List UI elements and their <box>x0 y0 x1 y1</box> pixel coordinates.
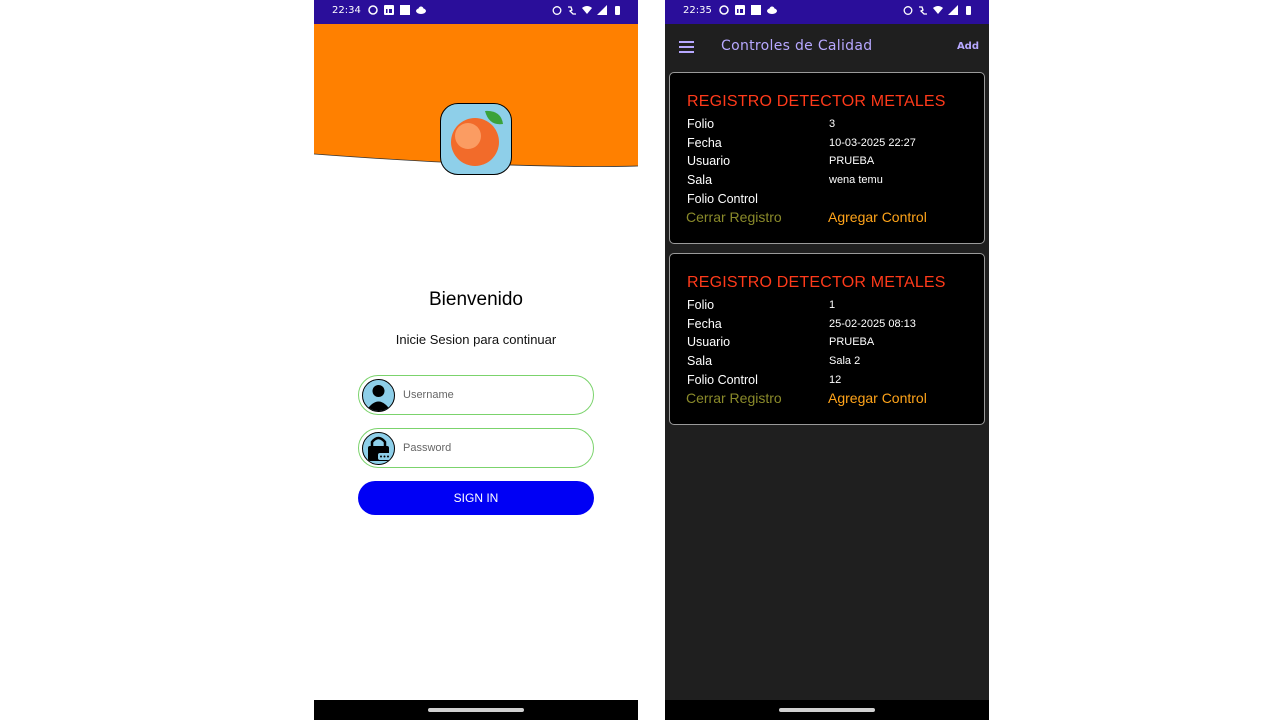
app-notification-icon <box>719 5 729 15</box>
app-logo <box>440 103 512 175</box>
battery-icon <box>612 5 622 15</box>
sala-label: Sala <box>687 173 713 187</box>
linkedin-icon <box>735 5 745 15</box>
close-record-button[interactable]: Cerrar Registro <box>686 390 782 406</box>
sign-in-button[interactable]: SIGN IN <box>358 481 594 515</box>
sala-value: Sala 2 <box>829 355 861 367</box>
status-time: 22:35 <box>683 5 712 16</box>
navigation-bar <box>314 700 638 720</box>
square-icon <box>751 5 761 15</box>
wifi-icon <box>933 5 943 15</box>
folio-label: Folio <box>687 298 715 312</box>
peach-icon <box>451 110 503 166</box>
login-screen: 22:34 Bienvenido Inicie Sesion para cont… <box>314 0 638 720</box>
signal-icon <box>948 5 958 15</box>
folio-value: 3 <box>829 118 836 130</box>
usuario-value: PRUEBA <box>829 336 875 348</box>
fecha-value: 10-03-2025 22:27 <box>829 137 916 149</box>
fecha-label: Fecha <box>687 317 722 331</box>
status-bar: 22:34 <box>314 0 638 24</box>
user-icon <box>362 379 395 412</box>
folio-control-label: Folio Control <box>687 373 758 387</box>
sala-value: wena temu <box>829 174 883 186</box>
lock-icon <box>362 432 395 465</box>
system-icons <box>903 5 973 15</box>
square-icon <box>400 5 410 15</box>
record-card: REGISTRO DETECTOR METALES Folio 3 Fecha … <box>669 72 985 244</box>
fecha-label: Fecha <box>687 136 722 150</box>
welcome-title: Bienvenido <box>428 289 524 310</box>
username-input[interactable] <box>401 385 585 405</box>
wifi-call-icon <box>567 5 577 15</box>
status-time: 22:34 <box>332 5 361 16</box>
status-bar: 22:35 <box>665 0 989 24</box>
add-control-button[interactable]: Agregar Control <box>828 209 927 225</box>
menu-icon[interactable] <box>679 41 694 53</box>
folio-value: 1 <box>829 299 836 311</box>
add-button[interactable]: Add <box>957 41 979 52</box>
app-notification-icon <box>368 5 378 15</box>
record-card: REGISTRO DETECTOR METALES Folio 1 Fecha … <box>669 253 985 425</box>
card-title: REGISTRO DETECTOR METALES <box>687 274 946 291</box>
welcome-subtitle: Inicie Sesion para continuar <box>395 332 557 347</box>
password-input[interactable] <box>401 438 585 458</box>
navigation-bar <box>665 700 989 720</box>
wifi-icon <box>582 5 592 15</box>
home-handle[interactable] <box>779 708 875 712</box>
signal-icon <box>597 5 607 15</box>
folio-label: Folio <box>687 117 715 131</box>
card-title: REGISTRO DETECTOR METALES <box>687 93 946 110</box>
usuario-label: Usuario <box>687 154 731 168</box>
cloud-icon <box>416 5 426 15</box>
add-control-button[interactable]: Agregar Control <box>828 390 927 406</box>
notification-icons <box>368 5 426 15</box>
notification-icons <box>719 5 777 15</box>
sala-label: Sala <box>687 354 713 368</box>
battery-icon <box>963 5 973 15</box>
close-record-button[interactable]: Cerrar Registro <box>686 209 782 225</box>
page-title: Controles de Calidad <box>721 38 873 54</box>
app-bar: Controles de Calidad Add <box>665 24 989 70</box>
system-icons <box>552 5 622 15</box>
wifi-call-icon <box>918 5 928 15</box>
alarm-icon <box>903 5 913 15</box>
username-field[interactable] <box>358 375 594 415</box>
linkedin-icon <box>384 5 394 15</box>
home-handle[interactable] <box>428 708 524 712</box>
alarm-icon <box>552 5 562 15</box>
usuario-label: Usuario <box>687 335 731 349</box>
usuario-value: PRUEBA <box>829 155 875 167</box>
password-field[interactable] <box>358 428 594 468</box>
folio-control-label: Folio Control <box>687 192 758 206</box>
folio-control-value: 12 <box>829 374 842 386</box>
cloud-icon <box>767 5 777 15</box>
fecha-value: 25-02-2025 08:13 <box>829 318 916 330</box>
controls-list-screen: 22:35 Controles de Calidad Add REGISTRO … <box>665 0 989 720</box>
